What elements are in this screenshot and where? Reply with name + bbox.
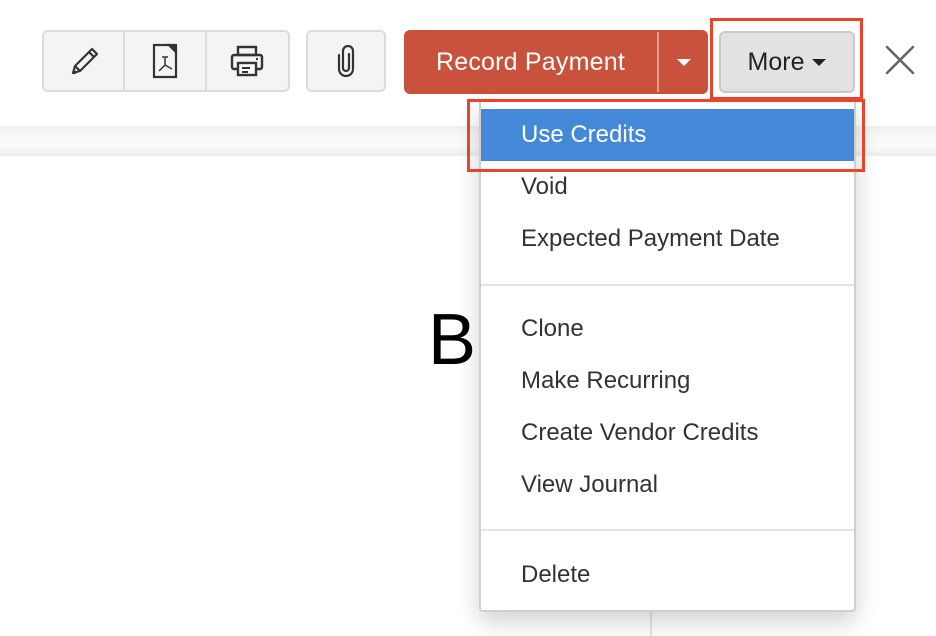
menu-item-void[interactable]: Void [481,161,854,213]
menu-item-create-vendor-credits[interactable]: Create Vendor Credits [481,407,854,459]
attachments-group [306,30,386,92]
menu-divider [481,529,854,531]
menu-item-clone[interactable]: Clone [481,303,854,355]
document-actions-group [42,30,290,92]
menu-divider [481,284,854,286]
attach-button[interactable] [308,32,384,90]
record-payment-button[interactable]: Record Payment [404,30,657,94]
pencil-icon [65,42,103,80]
print-button[interactable] [207,32,288,90]
menu-item-delete[interactable]: Delete [481,549,854,601]
caret-down-icon [676,58,691,66]
more-button-label: More [747,47,805,76]
caret-down-icon [812,58,827,66]
menu-item-view-journal[interactable]: View Journal [481,459,854,511]
document-title-fragment: B [428,300,477,380]
pdf-button[interactable] [125,32,207,90]
more-button[interactable]: More [719,31,855,93]
close-button[interactable] [880,40,920,80]
menu-item-make-recurring[interactable]: Make Recurring [481,355,854,407]
close-icon [884,44,916,76]
record-payment-dropdown-toggle[interactable] [659,30,708,94]
edit-button[interactable] [44,32,126,90]
pdf-icon [150,42,180,80]
menu-item-expected-payment-date[interactable]: Expected Payment Date [481,213,854,265]
menu-item-use-credits[interactable]: Use Credits [481,109,854,161]
printer-icon [229,44,265,78]
more-dropdown-menu: Use Credits Void Expected Payment Date C… [479,101,856,612]
paperclip-icon [336,44,356,78]
record-payment-split-button: Record Payment [404,30,708,94]
